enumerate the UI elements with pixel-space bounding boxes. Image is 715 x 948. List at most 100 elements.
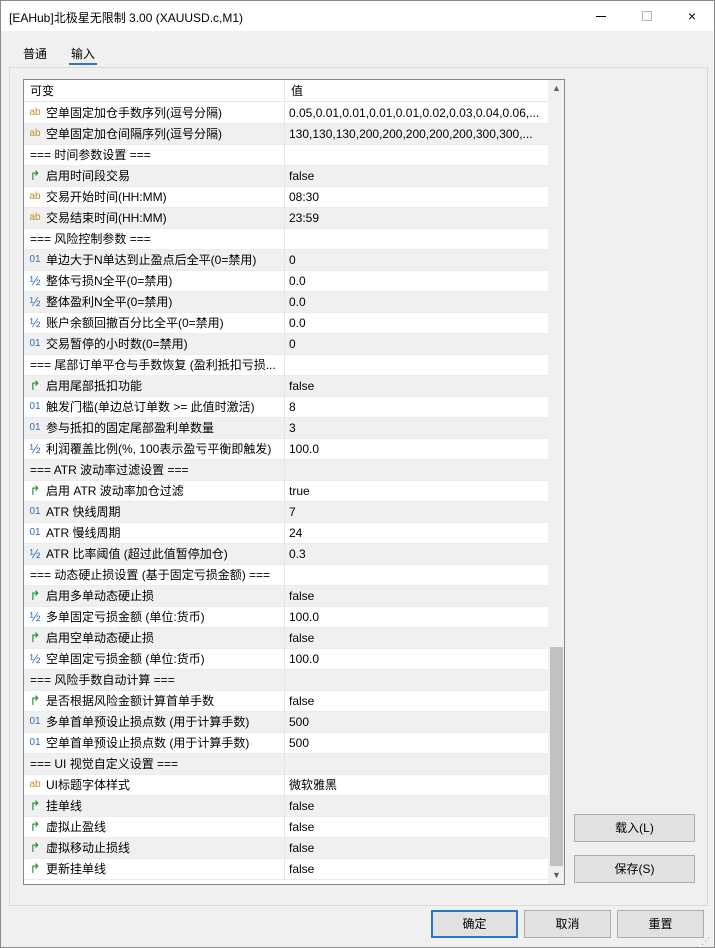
scroll-down-icon[interactable]: ▼ bbox=[548, 867, 564, 884]
resize-grip-icon[interactable]: ⋰ bbox=[701, 935, 713, 947]
parameter-value-cell[interactable]: 08:30 bbox=[285, 187, 548, 207]
parameter-value-cell[interactable] bbox=[285, 145, 548, 165]
parameter-row[interactable]: ↱ 启用多单动态硬止损 false bbox=[24, 586, 548, 607]
parameter-value-cell[interactable]: false bbox=[285, 691, 548, 711]
parameter-value-cell[interactable] bbox=[285, 355, 548, 375]
parameter-value-cell[interactable]: 100.0 bbox=[285, 607, 548, 627]
parameter-value-cell[interactable]: 0.0 bbox=[285, 271, 548, 291]
parameter-row[interactable]: 01 空单首单预设止损点数 (用于计算手数) 500 bbox=[24, 733, 548, 754]
section-row[interactable]: === 尾部订单平仓与手数恢复 (盈利抵扣亏损... bbox=[24, 355, 548, 376]
load-button[interactable]: 载入(L) bbox=[574, 814, 695, 842]
parameter-value-cell[interactable]: 100.0 bbox=[285, 439, 548, 459]
parameter-row[interactable]: ½ 整体盈利N全平(0=禁用) 0.0 bbox=[24, 292, 548, 313]
section-row[interactable]: === 风险控制参数 === bbox=[24, 229, 548, 250]
parameter-row[interactable]: ½ ATR 比率阈值 (超过此值暂停加仓) 0.3 bbox=[24, 544, 548, 565]
parameter-row[interactable]: 01 触发门槛(单边总订单数 >= 此值时激活) 8 bbox=[24, 397, 548, 418]
parameter-value-cell[interactable]: false bbox=[285, 586, 548, 606]
parameter-row[interactable]: ab 交易开始时间(HH:MM) 08:30 bbox=[24, 187, 548, 208]
parameter-value-cell[interactable] bbox=[285, 670, 548, 690]
parameter-row[interactable]: 01 参与抵扣的固定尾部盈利单数量 3 bbox=[24, 418, 548, 439]
column-header-variable[interactable]: 可变 bbox=[24, 80, 285, 102]
parameter-value-cell[interactable]: 130,130,130,200,200,200,200,200,300,300,… bbox=[285, 124, 548, 144]
parameter-row[interactable]: ↱ 启用时间段交易 false bbox=[24, 166, 548, 187]
parameter-name-cell: ½ 整体盈利N全平(0=禁用) bbox=[24, 292, 285, 312]
scroll-up-icon[interactable]: ▲ bbox=[548, 80, 564, 97]
parameter-value-cell[interactable]: 500 bbox=[285, 733, 548, 753]
section-row[interactable]: === 动态硬止损设置 (基于固定亏损金额) === bbox=[24, 565, 548, 586]
parameter-value-cell[interactable] bbox=[285, 754, 548, 774]
section-row[interactable]: === 时间参数设置 === bbox=[24, 145, 548, 166]
ok-button[interactable]: 确定 bbox=[431, 910, 518, 938]
parameter-row[interactable]: 01 ATR 慢线周期 24 bbox=[24, 523, 548, 544]
parameter-row[interactable]: ½ 利润覆盖比例(%, 100表示盈亏平衡即触发) 100.0 bbox=[24, 439, 548, 460]
parameter-row[interactable]: ↱ 是否根据风险金额计算首单手数 false bbox=[24, 691, 548, 712]
parameter-row[interactable]: 01 单边大于N单达到止盈点后全平(0=禁用) 0 bbox=[24, 250, 548, 271]
cancel-button[interactable]: 取消 bbox=[524, 910, 611, 938]
parameter-value-cell[interactable] bbox=[285, 460, 548, 480]
parameter-value-cell[interactable]: 0.0 bbox=[285, 292, 548, 312]
section-label: === 风险控制参数 === bbox=[30, 232, 151, 246]
double-type-icon: ½ bbox=[29, 273, 41, 288]
parameter-row[interactable]: ab 交易结束时间(HH:MM) 23:59 bbox=[24, 208, 548, 229]
parameter-value-cell[interactable]: true bbox=[285, 481, 548, 501]
parameter-value-cell[interactable]: false bbox=[285, 838, 548, 858]
column-header-value[interactable]: 值 bbox=[285, 80, 548, 102]
parameter-row[interactable]: ½ 整体亏损N全平(0=禁用) 0.0 bbox=[24, 271, 548, 292]
parameter-row[interactable]: ↱ 更新挂单线 false bbox=[24, 859, 548, 880]
save-button[interactable]: 保存(S) bbox=[574, 855, 695, 883]
maximize-button[interactable] bbox=[624, 1, 670, 31]
string-type-icon: ab bbox=[29, 212, 41, 223]
parameter-value-cell[interactable] bbox=[285, 229, 548, 249]
parameter-row[interactable]: ↱ 虚拟止盈线 false bbox=[24, 817, 548, 838]
reset-button[interactable]: 重置 bbox=[617, 910, 704, 938]
scrollbar-thumb[interactable] bbox=[550, 647, 563, 866]
parameter-value-cell[interactable]: 8 bbox=[285, 397, 548, 417]
parameter-value-cell[interactable]: false bbox=[285, 817, 548, 837]
section-row[interactable]: === ATR 波动率过滤设置 === bbox=[24, 460, 548, 481]
parameter-value-cell[interactable]: false bbox=[285, 376, 548, 396]
parameter-row[interactable]: ab UI标题字体样式 微软雅黑 bbox=[24, 775, 548, 796]
parameter-row[interactable]: 01 交易暂停的小时数(0=禁用) 0 bbox=[24, 334, 548, 355]
parameter-row[interactable]: 01 多单首单预设止损点数 (用于计算手数) 500 bbox=[24, 712, 548, 733]
parameter-value-cell[interactable]: 24 bbox=[285, 523, 548, 543]
parameter-value-cell[interactable]: 0.3 bbox=[285, 544, 548, 564]
parameter-value-cell[interactable]: false bbox=[285, 859, 548, 879]
parameter-value-cell[interactable]: false bbox=[285, 628, 548, 648]
close-button[interactable]: × bbox=[669, 1, 715, 31]
parameter-row[interactable]: ab 空单固定加仓手数序列(逗号分隔) 0.05,0.01,0.01,0.01,0.… bbox=[24, 103, 548, 124]
parameter-row[interactable]: ↱ 启用尾部抵扣功能 false bbox=[24, 376, 548, 397]
parameter-value-cell[interactable]: 0.0 bbox=[285, 313, 548, 333]
parameter-label: 更新挂单线 bbox=[46, 862, 107, 876]
tab-inputs[interactable]: 输入 bbox=[71, 45, 95, 62]
parameter-name-cell: ab 空单固定加仓间隔序列(逗号分隔) bbox=[24, 124, 285, 144]
parameter-value-cell[interactable]: 23:59 bbox=[285, 208, 548, 228]
parameter-row[interactable]: ½ 空单固定亏损金额 (单位:货币) 100.0 bbox=[24, 649, 548, 670]
parameter-value-cell[interactable]: 0 bbox=[285, 334, 548, 354]
parameter-row[interactable]: ab 空单固定加仓间隔序列(逗号分隔) 130,130,130,200,200,20… bbox=[24, 124, 548, 145]
parameter-row[interactable]: 01 ATR 快线周期 7 bbox=[24, 502, 548, 523]
parameter-value-cell[interactable]: 500 bbox=[285, 712, 548, 732]
parameter-value-cell[interactable]: 100.0 bbox=[285, 649, 548, 669]
parameter-value-cell[interactable]: false bbox=[285, 166, 548, 186]
parameter-row[interactable]: ½ 多单固定亏损金额 (单位:货币) 100.0 bbox=[24, 607, 548, 628]
parameter-label: 启用多单动态硬止损 bbox=[46, 589, 155, 603]
parameter-value-cell[interactable]: 微软雅黑 bbox=[285, 775, 548, 795]
parameter-row[interactable]: ½ 账户余额回撤百分比全平(0=禁用) 0.0 bbox=[24, 313, 548, 334]
section-row[interactable]: === 风险手数自动计算 === bbox=[24, 670, 548, 691]
parameter-row[interactable]: ↱ 启用空单动态硬止损 false bbox=[24, 628, 548, 649]
double-type-icon: ½ bbox=[29, 294, 41, 309]
tab-common[interactable]: 普通 bbox=[23, 45, 47, 62]
section-row[interactable]: === UI 视觉自定义设置 === bbox=[24, 754, 548, 775]
parameter-row[interactable]: ↱ 启用 ATR 波动率加仓过滤 true bbox=[24, 481, 548, 502]
minimize-button[interactable] bbox=[578, 1, 624, 31]
parameter-row[interactable]: ↱ 虚拟移动止损线 false bbox=[24, 838, 548, 859]
parameter-value-cell[interactable] bbox=[285, 565, 548, 585]
parameter-name-cell: 01 多单首单预设止损点数 (用于计算手数) bbox=[24, 712, 285, 732]
parameter-value-cell[interactable]: 0.05,0.01,0.01,0.01,0.01,0.02,0.03,0.04,… bbox=[285, 103, 548, 123]
parameter-value-cell[interactable]: 0 bbox=[285, 250, 548, 270]
parameter-row[interactable]: ↱ 挂单线 false bbox=[24, 796, 548, 817]
vertical-scrollbar[interactable]: ▲ ▼ bbox=[548, 80, 564, 884]
parameter-value-cell[interactable]: false bbox=[285, 796, 548, 816]
parameter-value-cell[interactable]: 3 bbox=[285, 418, 548, 438]
parameter-value-cell[interactable]: 7 bbox=[285, 502, 548, 522]
